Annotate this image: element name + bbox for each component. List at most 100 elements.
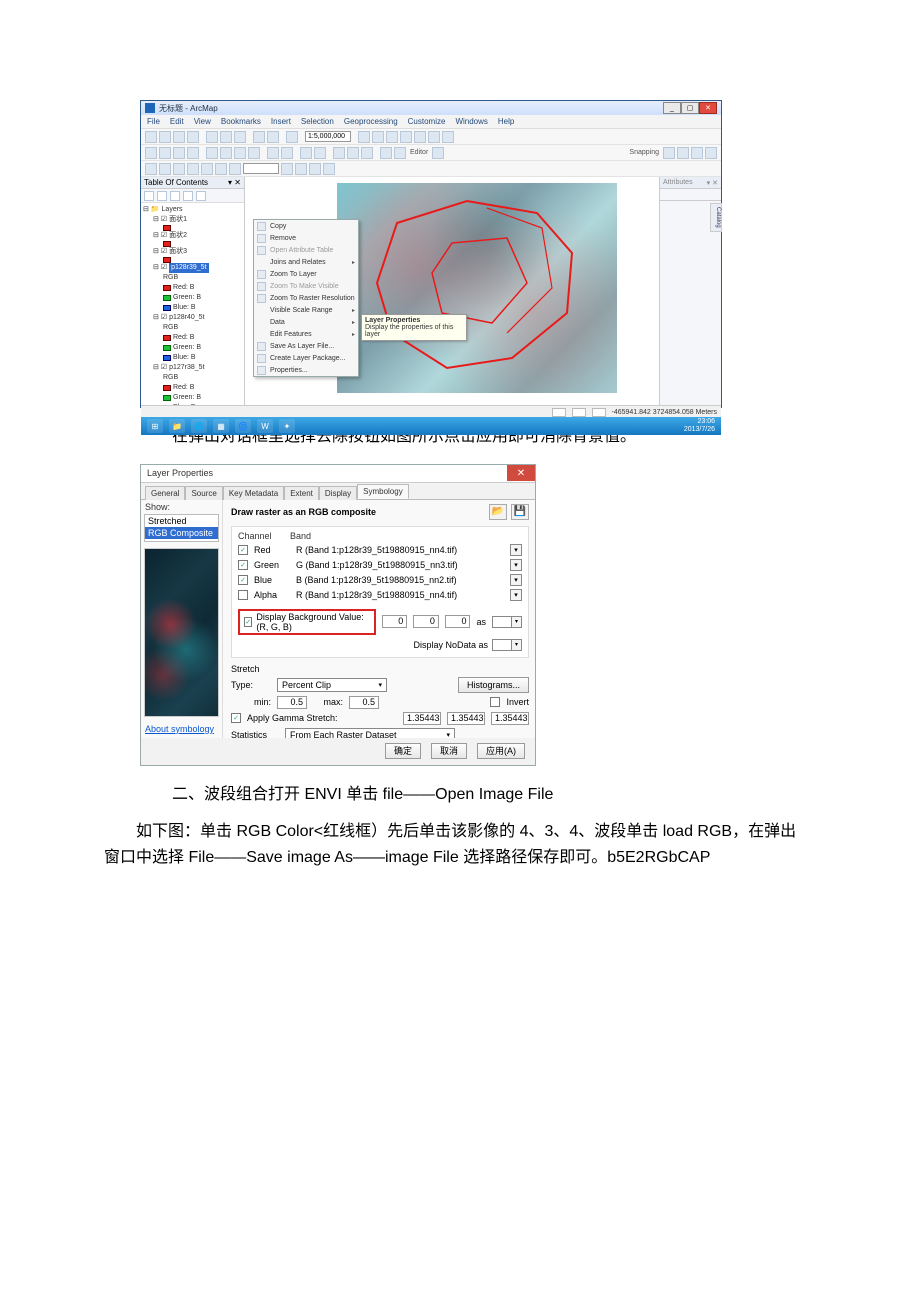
zoom-out-icon[interactable] bbox=[159, 147, 171, 159]
select-icon[interactable] bbox=[267, 147, 279, 159]
tool-icon[interactable] bbox=[309, 163, 321, 175]
copy-icon[interactable] bbox=[220, 131, 232, 143]
close-button[interactable]: ✕ bbox=[699, 102, 717, 114]
tool-icon[interactable] bbox=[358, 131, 370, 143]
close-button[interactable]: ✕ bbox=[507, 465, 535, 481]
gamma-r-input[interactable]: 1.35443 bbox=[403, 712, 441, 725]
task-icon[interactable]: ✦ bbox=[279, 419, 295, 433]
new-icon[interactable] bbox=[145, 131, 157, 143]
maximize-button[interactable]: ▢ bbox=[681, 102, 699, 114]
cut-icon[interactable] bbox=[206, 131, 218, 143]
fixed-zoom-out-icon[interactable] bbox=[220, 147, 232, 159]
add-data-icon[interactable] bbox=[286, 131, 298, 143]
tool-icon[interactable] bbox=[323, 163, 335, 175]
task-icon[interactable]: ▦ bbox=[213, 419, 229, 433]
tool-icon[interactable] bbox=[394, 147, 406, 159]
show-rgb-composite[interactable]: RGB Composite bbox=[145, 527, 218, 539]
toc-raster[interactable]: p128r40_5t bbox=[169, 313, 204, 323]
undo-icon[interactable] bbox=[253, 131, 265, 143]
measure-icon[interactable] bbox=[333, 147, 345, 159]
gamma-b-input[interactable]: 1.35443 bbox=[491, 712, 529, 725]
bg-b-input[interactable]: 0 bbox=[445, 615, 471, 628]
tool-icon[interactable] bbox=[229, 163, 241, 175]
tool-icon[interactable] bbox=[187, 163, 199, 175]
menu-file[interactable]: File bbox=[147, 117, 160, 126]
tab-keymeta[interactable]: Key Metadata bbox=[223, 486, 284, 500]
tool-icon[interactable] bbox=[386, 131, 398, 143]
show-stretched[interactable]: Stretched bbox=[145, 515, 218, 527]
forward-icon[interactable] bbox=[248, 147, 260, 159]
toc-item[interactable]: 面状2 bbox=[169, 231, 187, 241]
stats-select[interactable]: From Each Raster Dataset▾ bbox=[285, 728, 455, 738]
ctx-visible-scale[interactable]: Visible Scale Range bbox=[254, 304, 358, 316]
tab-extent[interactable]: Extent bbox=[284, 486, 319, 500]
status-icon[interactable] bbox=[552, 408, 566, 417]
tool-icon[interactable] bbox=[414, 131, 426, 143]
bg-r-input[interactable]: 0 bbox=[382, 615, 408, 628]
nodata-color-dropdown[interactable]: ▾ bbox=[512, 639, 522, 651]
display-bg-checkbox[interactable] bbox=[244, 617, 252, 627]
select-elements-icon[interactable] bbox=[300, 147, 312, 159]
ctx-create-layer-pkg[interactable]: Create Layer Package... bbox=[254, 352, 358, 364]
tool-icon[interactable] bbox=[442, 131, 454, 143]
redo-icon[interactable] bbox=[267, 131, 279, 143]
find-icon[interactable] bbox=[347, 147, 359, 159]
max-input[interactable]: 0.5 bbox=[349, 696, 379, 709]
alpha-checkbox[interactable] bbox=[238, 590, 248, 600]
snapping-icon[interactable] bbox=[705, 147, 717, 159]
menu-help[interactable]: Help bbox=[498, 117, 514, 126]
menu-selection[interactable]: Selection bbox=[301, 117, 334, 126]
status-icon[interactable] bbox=[572, 408, 586, 417]
tool-icon[interactable] bbox=[215, 163, 227, 175]
menu-windows[interactable]: Windows bbox=[455, 117, 487, 126]
ctx-copy[interactable]: Copy bbox=[254, 220, 358, 232]
about-symbology-link[interactable]: About symbology bbox=[141, 720, 222, 738]
tool-icon[interactable] bbox=[380, 147, 392, 159]
ctx-zoom-raster-res[interactable]: Zoom To Raster Resolution bbox=[254, 292, 358, 304]
ctx-joins[interactable]: Joins and Relates bbox=[254, 256, 358, 268]
tool-icon[interactable] bbox=[159, 163, 171, 175]
tool-icon[interactable] bbox=[428, 131, 440, 143]
ctx-zoom-to-layer[interactable]: Zoom To Layer bbox=[254, 268, 358, 280]
band-dropdown[interactable]: ▾ bbox=[510, 559, 522, 571]
toc-item[interactable]: 面状1 bbox=[169, 215, 187, 225]
minimize-button[interactable]: _ bbox=[663, 102, 681, 114]
apply-button[interactable]: 应用(A) bbox=[477, 743, 525, 759]
toc-options-icon[interactable] bbox=[196, 191, 206, 201]
toc-list-by-drawing-icon[interactable] bbox=[144, 191, 154, 201]
pan-icon[interactable] bbox=[173, 147, 185, 159]
save-button[interactable]: 💾 bbox=[511, 504, 529, 520]
toc-list-by-visibility-icon[interactable] bbox=[170, 191, 180, 201]
back-icon[interactable] bbox=[234, 147, 246, 159]
start-button[interactable]: ⊞ bbox=[147, 419, 163, 433]
taskbar-clock[interactable]: 23:06 2013/7/26 bbox=[684, 418, 715, 434]
band-dropdown[interactable]: ▾ bbox=[510, 589, 522, 601]
status-icon[interactable] bbox=[592, 408, 606, 417]
catalog-tab[interactable]: Catalog bbox=[710, 203, 722, 232]
scale-input[interactable]: 1:5,000,000 bbox=[305, 131, 351, 142]
clear-selection-icon[interactable] bbox=[281, 147, 293, 159]
toc-raster[interactable]: p128r39_5t bbox=[169, 263, 208, 273]
ok-button[interactable]: 确定 bbox=[385, 743, 421, 759]
tool-icon[interactable] bbox=[400, 131, 412, 143]
stretch-type-select[interactable]: Percent Clip▾ bbox=[277, 678, 387, 692]
ctx-save-as-layer[interactable]: Save As Layer File... bbox=[254, 340, 358, 352]
tab-symbology[interactable]: Symbology bbox=[357, 484, 409, 499]
bg-color-dropdown[interactable]: ▾ bbox=[512, 616, 522, 628]
print-icon[interactable] bbox=[187, 131, 199, 143]
bg-color-swatch[interactable] bbox=[492, 616, 512, 628]
toc-list-by-selection-icon[interactable] bbox=[183, 191, 193, 201]
fixed-zoom-in-icon[interactable] bbox=[206, 147, 218, 159]
bg-g-input[interactable]: 0 bbox=[413, 615, 439, 628]
tool-icon[interactable] bbox=[372, 131, 384, 143]
ctx-remove[interactable]: Remove bbox=[254, 232, 358, 244]
zoom-in-icon[interactable] bbox=[145, 147, 157, 159]
snapping-label[interactable]: Snapping bbox=[627, 149, 661, 156]
paste-icon[interactable] bbox=[234, 131, 246, 143]
tab-general[interactable]: General bbox=[145, 486, 185, 500]
editor-dropdown-icon[interactable] bbox=[432, 147, 444, 159]
toc-raster[interactable]: p127r38_5t bbox=[169, 363, 204, 373]
editor-label[interactable]: Editor bbox=[408, 149, 430, 156]
band-dropdown[interactable]: ▾ bbox=[510, 544, 522, 556]
task-icon[interactable]: 🌐 bbox=[191, 419, 207, 433]
